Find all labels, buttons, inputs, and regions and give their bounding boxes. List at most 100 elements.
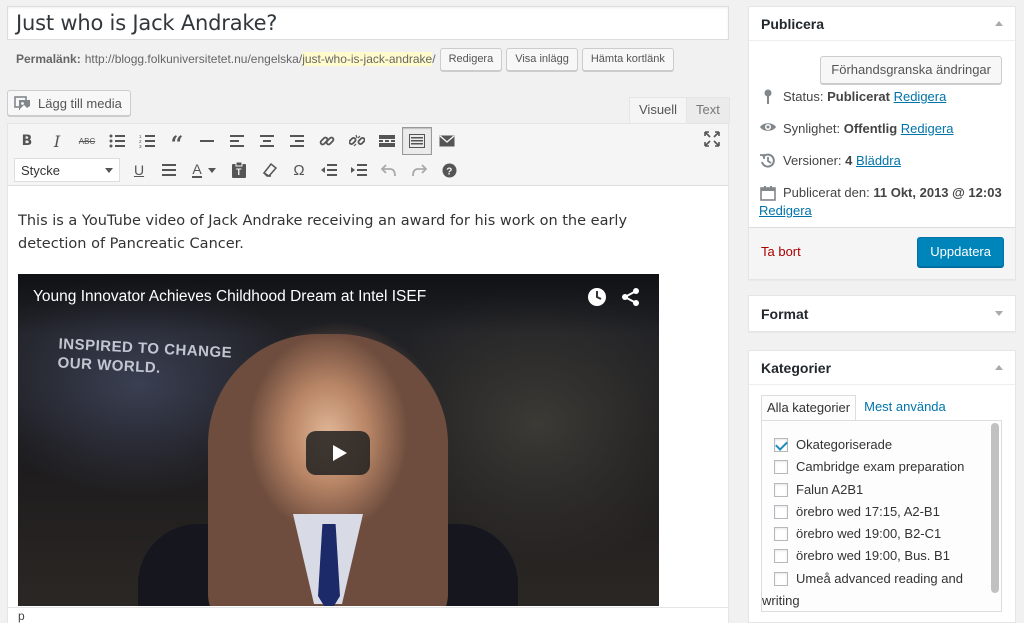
category-checkbox[interactable] xyxy=(774,460,788,475)
special-character-icon[interactable]: Ω xyxy=(284,156,314,184)
permalink-base: http://blogg.folkuniversitetet.nu/engels… xyxy=(84,52,303,66)
edit-visibility-link[interactable]: Redigera xyxy=(901,121,954,136)
format-select[interactable]: Stycke xyxy=(14,158,120,182)
category-item[interactable]: örebro wed 19:00, B2-C1 xyxy=(774,523,986,545)
horizontal-line-icon[interactable] xyxy=(192,127,222,155)
eye-icon xyxy=(759,121,777,133)
video-title[interactable]: Young Innovator Achieves Childhood Dream… xyxy=(33,288,426,306)
category-checkbox[interactable] xyxy=(774,504,788,519)
post-title-text: Just who is Jack Andrake? xyxy=(16,11,278,35)
toolbar-toggle-icon[interactable] xyxy=(402,127,432,155)
category-label: writing xyxy=(762,593,800,609)
paste-text-icon[interactable]: T xyxy=(224,156,254,184)
permalink-row: Permalänk: http://blogg.folkuniversitete… xyxy=(16,47,674,71)
category-item[interactable]: örebro wed 19:00, Bus. B1 xyxy=(774,545,986,567)
fullscreen-icon[interactable] xyxy=(704,131,720,150)
expand-arrow-icon[interactable] xyxy=(995,311,1003,316)
share-icon[interactable] xyxy=(621,287,641,307)
category-label: örebro wed 19:00, B2-C1 xyxy=(796,526,942,542)
delete-link[interactable]: Ta bort xyxy=(761,244,801,259)
svg-text:T: T xyxy=(236,167,242,177)
justify-icon[interactable] xyxy=(154,156,184,184)
help-icon[interactable]: ? xyxy=(434,156,464,184)
category-item[interactable]: Umeå advanced reading and xyxy=(774,568,986,590)
view-post-button[interactable]: Visa inlägg xyxy=(506,47,578,71)
underline-icon[interactable]: U xyxy=(124,156,154,184)
major-publishing-actions: Ta bort Uppdatera xyxy=(749,227,1015,279)
strikethrough-icon[interactable]: ABC xyxy=(72,127,102,155)
add-media-label: Lägg till media xyxy=(38,95,122,111)
youtube-video-embed[interactable]: INSPIRED TO CHANGE OUR WORLD. Young Inno… xyxy=(18,274,659,606)
tab-visual[interactable]: Visuell xyxy=(629,97,688,123)
calendar-icon xyxy=(759,185,777,201)
link-icon[interactable] xyxy=(312,127,342,155)
visibility-value: Offentlig xyxy=(843,121,898,136)
browse-revisions-link[interactable]: Bläddra xyxy=(856,153,901,168)
align-center-icon[interactable] xyxy=(252,127,282,155)
category-item-continued: writing xyxy=(762,590,986,611)
update-button[interactable]: Uppdatera xyxy=(917,237,1004,267)
status-row: Status: Publicerat Redigera xyxy=(759,88,946,106)
category-checkbox[interactable] xyxy=(774,571,788,586)
numbered-list-icon[interactable]: 123 xyxy=(132,127,162,155)
collapse-arrow-icon[interactable] xyxy=(995,365,1003,370)
categories-box-header[interactable]: Kategorier xyxy=(749,351,1015,385)
bold-icon[interactable]: B xyxy=(12,127,42,155)
category-checkbox[interactable] xyxy=(774,482,788,497)
indent-icon[interactable] xyxy=(344,156,374,184)
post-title-input[interactable]: Just who is Jack Andrake? xyxy=(7,6,729,40)
category-scrollbar[interactable] xyxy=(991,423,999,593)
video-actions xyxy=(587,287,641,307)
category-tabs: Alla kategorier Mest använda xyxy=(761,395,951,421)
category-item[interactable]: Falun A2B1 xyxy=(774,479,986,501)
read-more-icon[interactable] xyxy=(372,127,402,155)
collapse-arrow-icon[interactable] xyxy=(995,21,1003,26)
tab-all-categories[interactable]: Alla kategorier xyxy=(761,395,857,421)
watch-later-icon[interactable] xyxy=(587,287,607,307)
publish-box-header[interactable]: Publicera xyxy=(749,7,1015,41)
category-label: Falun A2B1 xyxy=(796,481,864,497)
edit-permalink-button[interactable]: Redigera xyxy=(439,47,503,71)
bullet-list-icon[interactable] xyxy=(102,127,132,155)
category-item[interactable]: Okategoriserade xyxy=(774,434,986,456)
category-item[interactable]: Cambridge exam preparation xyxy=(774,456,986,478)
add-media-button[interactable]: Lägg till media xyxy=(7,90,131,116)
blockquote-icon[interactable]: “ xyxy=(162,127,192,156)
text-color-icon[interactable]: A xyxy=(184,156,224,184)
revisions-row: Versioner: 4 Bläddra xyxy=(759,152,901,170)
play-button[interactable] xyxy=(306,431,370,475)
visibility-label: Synlighet: xyxy=(783,121,841,136)
permalink-slug[interactable]: just-who-is-jack-andrake xyxy=(302,52,433,66)
italic-icon[interactable]: I xyxy=(42,127,72,155)
align-left-icon[interactable] xyxy=(222,127,252,155)
status-label: Status: xyxy=(783,89,824,104)
category-checkbox[interactable] xyxy=(774,438,788,452)
tab-text[interactable]: Text xyxy=(686,97,730,123)
preview-changes-button[interactable]: Förhandsgranska ändringar xyxy=(820,56,1002,84)
tab-most-used[interactable]: Mest använda xyxy=(856,395,951,421)
clear-formatting-icon[interactable] xyxy=(254,156,284,184)
get-shortlink-button[interactable]: Hämta kortlänk xyxy=(581,47,674,71)
category-checkbox[interactable] xyxy=(774,549,788,564)
chevron-down-icon xyxy=(105,167,113,173)
publish-box-title: Publicera xyxy=(761,15,825,32)
unlink-icon[interactable] xyxy=(342,127,372,155)
category-checkbox[interactable] xyxy=(774,527,788,542)
edit-date-link[interactable]: Redigera xyxy=(759,203,812,218)
redo-icon[interactable] xyxy=(404,156,434,184)
category-item[interactable]: örebro wed 17:15, A2-B1 xyxy=(774,501,986,523)
category-label: Umeå advanced reading and xyxy=(796,570,963,586)
category-checklist: Okategoriserade Cambridge exam preparati… xyxy=(761,420,1002,612)
editor: B I ABC 123 “ Stycke U A T Ω ? This is a… xyxy=(7,123,729,623)
category-label: Okategoriserade xyxy=(796,437,893,452)
outdent-icon[interactable] xyxy=(314,156,344,184)
mail-icon[interactable] xyxy=(432,127,462,155)
play-icon xyxy=(332,445,347,461)
category-label: örebro wed 17:15, A2-B1 xyxy=(796,503,940,519)
undo-icon[interactable] xyxy=(374,156,404,184)
edit-status-link[interactable]: Redigera xyxy=(894,89,947,104)
align-right-icon[interactable] xyxy=(282,127,312,155)
element-path: p xyxy=(8,607,728,623)
post-body-paragraph[interactable]: This is a YouTube video of Jack Andrake … xyxy=(18,210,678,256)
format-box-header[interactable]: Format xyxy=(749,296,1015,331)
